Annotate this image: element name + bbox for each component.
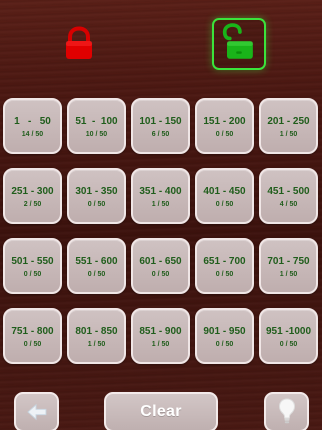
level-button[interactable]: 201 - 250 1 / 50: [259, 98, 318, 154]
level-progress: 2 / 50: [23, 201, 42, 208]
clear-label: Clear: [140, 403, 182, 420]
level-range: 51 - 100: [75, 116, 118, 127]
level-button[interactable]: 51 - 100 10 / 50: [67, 98, 126, 154]
level-progress: 0 / 50: [23, 271, 42, 278]
level-range: 451 - 500: [267, 186, 310, 197]
level-button[interactable]: 901 - 950 0 / 50: [195, 308, 254, 364]
level-button[interactable]: 701 - 750 1 / 50: [259, 238, 318, 294]
lock-icon-svg: [66, 26, 92, 59]
unlock-toggle[interactable]: [212, 18, 266, 70]
level-range: 601 - 650: [139, 256, 182, 267]
clear-button[interactable]: Clear: [104, 392, 218, 430]
bottom-bar: Clear: [0, 384, 322, 430]
level-range: 651 - 700: [203, 256, 246, 267]
top-bar: [0, 0, 322, 86]
hint-button[interactable]: [264, 392, 309, 430]
level-progress: 1 / 50: [279, 271, 298, 278]
level-range: 551 - 600: [75, 256, 118, 267]
level-range: 151 - 200: [203, 116, 246, 127]
level-progress: 6 / 50: [151, 131, 170, 138]
level-progress: 0 / 50: [215, 341, 234, 348]
level-progress: 1 / 50: [279, 131, 298, 138]
level-button[interactable]: 251 - 300 2 / 50: [3, 168, 62, 224]
level-button[interactable]: 501 - 550 0 / 50: [3, 238, 62, 294]
level-progress: 0 / 50: [87, 201, 106, 208]
lightbulb-icon: [278, 398, 295, 424]
level-range: 951 -1000: [265, 326, 312, 337]
level-range: 301 - 350: [75, 186, 118, 197]
back-arrow-icon: [27, 403, 47, 421]
level-range: 201 - 250: [267, 116, 310, 127]
level-progress: 14 / 50: [21, 131, 44, 138]
level-button[interactable]: 951 -1000 0 / 50: [259, 308, 318, 364]
level-progress: 0 / 50: [279, 341, 298, 348]
level-progress: 0 / 50: [215, 201, 234, 208]
level-range: 501 - 550: [11, 256, 54, 267]
level-button[interactable]: 101 - 150 6 / 50: [131, 98, 190, 154]
level-button[interactable]: 551 - 600 0 / 50: [67, 238, 126, 294]
level-button[interactable]: 601 - 650 0 / 50: [131, 238, 190, 294]
level-progress: 0 / 50: [23, 341, 42, 348]
back-button[interactable]: [14, 392, 59, 430]
level-progress: 0 / 50: [215, 131, 234, 138]
unlock-icon: [222, 23, 253, 59]
level-button[interactable]: 651 - 700 0 / 50: [195, 238, 254, 294]
level-range: 751 - 800: [11, 326, 54, 337]
level-button[interactable]: 1 - 50 14 / 50: [3, 98, 62, 154]
level-button[interactable]: 801 - 850 1 / 50: [67, 308, 126, 364]
level-grid: 1 - 50 14 / 50 51 - 100 10 / 50 101 - 150 6 /…: [3, 98, 321, 364]
level-button[interactable]: 401 - 450 0 / 50: [195, 168, 254, 224]
level-range: 1 - 50: [14, 116, 51, 127]
level-button[interactable]: 451 - 500 4 / 50: [259, 168, 318, 224]
level-progress: 0 / 50: [87, 271, 106, 278]
level-range: 701 - 750: [267, 256, 310, 267]
level-range: 851 - 900: [139, 326, 182, 337]
level-range: 351 - 400: [139, 186, 182, 197]
level-progress: 1 / 50: [151, 341, 170, 348]
level-range: 251 - 300: [11, 186, 54, 197]
lock-icon[interactable]: [62, 26, 96, 62]
level-button[interactable]: 351 - 400 1 / 50: [131, 168, 190, 224]
level-progress: 1 / 50: [151, 201, 170, 208]
level-button[interactable]: 151 - 200 0 / 50: [195, 98, 254, 154]
level-progress: 10 / 50: [85, 131, 108, 138]
level-progress: 0 / 50: [215, 271, 234, 278]
level-button[interactable]: 301 - 350 0 / 50: [67, 168, 126, 224]
level-progress: 1 / 50: [87, 341, 106, 348]
level-range: 401 - 450: [203, 186, 246, 197]
level-button[interactable]: 751 - 800 0 / 50: [3, 308, 62, 364]
level-range: 901 - 950: [203, 326, 246, 337]
level-button[interactable]: 851 - 900 1 / 50: [131, 308, 190, 364]
level-range: 801 - 850: [75, 326, 118, 337]
level-progress: 4 / 50: [279, 201, 298, 208]
level-progress: 0 / 50: [151, 271, 170, 278]
level-range: 101 - 150: [139, 116, 182, 127]
